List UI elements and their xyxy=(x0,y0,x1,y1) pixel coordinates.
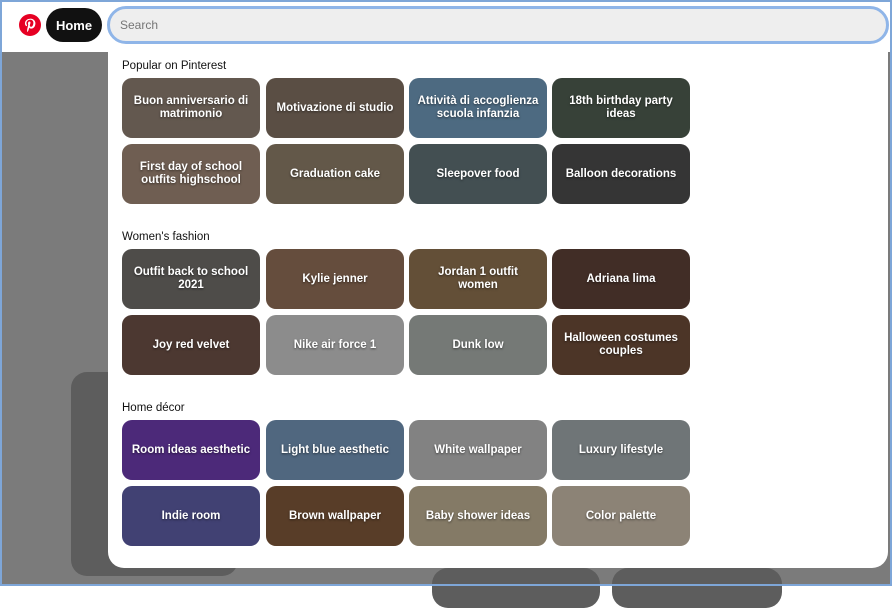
tile-label: Motivazione di studio xyxy=(276,101,394,114)
pinterest-logo-icon[interactable] xyxy=(19,14,41,36)
suggestion-tile[interactable]: Kylie jenner xyxy=(266,249,404,309)
tile-label: Baby shower ideas xyxy=(425,509,531,522)
home-button[interactable]: Home xyxy=(46,8,102,42)
suggestion-tile[interactable]: Joy red velvet xyxy=(122,315,260,375)
suggestion-tile[interactable]: White wallpaper xyxy=(409,420,547,480)
tile-label: Kylie jenner xyxy=(302,272,368,285)
tile-label: Sleepover food xyxy=(436,167,520,180)
tile-label: Joy red velvet xyxy=(152,338,230,351)
tile-label: Indie room xyxy=(161,509,221,522)
search-input[interactable] xyxy=(107,6,889,44)
tile-label: First day of school outfits highschool xyxy=(139,161,243,186)
suggestion-tile[interactable]: Indie room xyxy=(122,486,260,546)
suggestion-tile[interactable]: Jordan 1 outfit women xyxy=(409,249,547,309)
suggestion-tile[interactable]: 18th birthday party ideas xyxy=(552,78,690,138)
suggestion-tile[interactable]: Adriana lima xyxy=(552,249,690,309)
tile-label: Outfit back to school 2021 xyxy=(133,266,249,291)
suggestion-tile[interactable]: Luxury lifestyle xyxy=(552,420,690,480)
section-title-popular: Popular on Pinterest xyxy=(122,60,227,72)
suggestion-tile[interactable]: Motivazione di studio xyxy=(266,78,404,138)
suggestion-tile[interactable]: Outfit back to school 2021 xyxy=(122,249,260,309)
tile-label: Jordan 1 outfit women xyxy=(438,266,518,291)
suggestion-tile[interactable]: Light blue aesthetic xyxy=(266,420,404,480)
tile-label: Color palette xyxy=(585,509,657,522)
tile-label: 18th birthday party ideas xyxy=(569,95,673,120)
suggestion-tile[interactable]: Nike air force 1 xyxy=(266,315,404,375)
background-pin xyxy=(432,568,600,608)
suggestion-tile[interactable]: Halloween costumes couples xyxy=(552,315,690,375)
suggestion-tile[interactable]: Brown wallpaper xyxy=(266,486,404,546)
tile-label: Attività di accoglienza scuola infanzia xyxy=(417,95,539,120)
tile-label: Brown wallpaper xyxy=(288,509,382,522)
suggestion-tile[interactable]: Graduation cake xyxy=(266,144,404,204)
tile-label: Adriana lima xyxy=(586,272,656,285)
search-suggestions-dropdown: Popular on Pinterest Buon anniversario d… xyxy=(108,52,888,568)
section-title-womens-fashion: Women's fashion xyxy=(122,231,210,243)
suggestion-tile[interactable]: Balloon decorations xyxy=(552,144,690,204)
suggestion-tile[interactable]: Buon anniversario di matrimonio xyxy=(122,78,260,138)
tile-label: Dunk low xyxy=(452,338,504,351)
suggestion-tile[interactable]: Color palette xyxy=(552,486,690,546)
tile-label: Nike air force 1 xyxy=(293,338,377,351)
suggestion-tile[interactable]: Dunk low xyxy=(409,315,547,375)
suggestion-tile[interactable]: First day of school outfits highschool xyxy=(122,144,260,204)
section-title-home-decor: Home décor xyxy=(122,402,185,414)
tile-label: Luxury lifestyle xyxy=(578,443,664,456)
tile-label: Halloween costumes couples xyxy=(564,332,678,357)
suggestion-tile[interactable]: Room ideas aesthetic xyxy=(122,420,260,480)
suggestion-tile[interactable]: Attività di accoglienza scuola infanzia xyxy=(409,78,547,138)
suggestion-tile[interactable]: Sleepover food xyxy=(409,144,547,204)
tile-label: White wallpaper xyxy=(434,443,522,456)
tile-label: Room ideas aesthetic xyxy=(131,443,251,456)
top-navigation-bar: Home xyxy=(0,0,892,52)
tile-label: Graduation cake xyxy=(289,167,381,180)
tile-label: Balloon decorations xyxy=(565,167,677,180)
suggestion-tile[interactable]: Baby shower ideas xyxy=(409,486,547,546)
background-pin xyxy=(612,568,782,608)
tile-label: Buon anniversario di matrimonio xyxy=(133,95,249,120)
tile-label: Light blue aesthetic xyxy=(281,443,389,456)
